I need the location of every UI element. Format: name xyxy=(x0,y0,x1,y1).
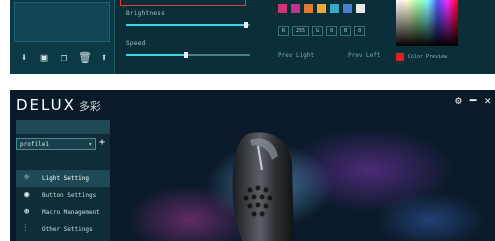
profile-list[interactable] xyxy=(14,2,110,42)
rgb-channel-input[interactable]: 255 xyxy=(292,26,310,36)
color-swatch[interactable] xyxy=(291,4,300,13)
sliders-icon: ⫶ xyxy=(24,224,27,234)
color-picker[interactable] xyxy=(396,0,458,46)
brightness-slider-knob[interactable] xyxy=(244,22,249,28)
prev-light-button[interactable]: Prev Light xyxy=(278,52,314,59)
menu-item-button-settings[interactable]: ◉ Button Settings xyxy=(16,187,110,204)
rgb-inputs: R 255 G 0 B 0 xyxy=(278,26,366,36)
sidebar: profile1 ▾ + ☼ Light Setting ◉ Button Se… xyxy=(16,120,110,241)
speed-slider-fill xyxy=(126,54,186,56)
sun-icon: ☼ xyxy=(24,173,30,183)
import-icon[interactable]: ⬇ xyxy=(18,52,30,64)
chevron-down-icon: ▾ xyxy=(88,141,92,148)
rgb-channel-input[interactable]: 0 xyxy=(326,26,338,36)
profile-select[interactable]: profile1 ▾ xyxy=(16,138,96,150)
add-profile-button[interactable]: + xyxy=(99,137,105,148)
slider-group: Brightness Speed xyxy=(120,0,270,74)
save-icon[interactable]: ▣ xyxy=(38,52,50,64)
macro-icon: ⊛ xyxy=(24,207,30,217)
mouse-button-icon: ◉ xyxy=(24,190,30,200)
rgb-channel-label: G xyxy=(312,26,324,36)
current-color-swatch xyxy=(396,53,404,61)
menu-item-label: Button Settings xyxy=(42,192,97,199)
brightness-label: Brightness xyxy=(126,10,166,17)
copy-icon[interactable]: ❐ xyxy=(58,52,70,64)
close-icon[interactable]: ✕ xyxy=(484,94,491,107)
rgb-channel-label: B xyxy=(340,26,352,36)
prev-left-button[interactable]: Prev Left xyxy=(348,52,381,59)
rgb-channel-label: R xyxy=(278,26,290,36)
speed-slider[interactable] xyxy=(126,52,250,58)
color-swatch[interactable] xyxy=(317,4,326,13)
profile-column: ⬇ ▣ ❐ 🗑 ⬆ xyxy=(10,0,115,74)
brand-logo: DELUX 多彩 xyxy=(16,96,101,114)
color-panel: R 255 G 0 B 0 Prev Light Prev Left xyxy=(272,0,392,74)
logo-text: DELUX xyxy=(16,96,76,114)
minimize-icon[interactable]: ━ xyxy=(470,94,477,107)
sidebar-menu: ☼ Light Setting ◉ Button Settings ⊛ Macr… xyxy=(16,170,110,238)
color-swatch[interactable] xyxy=(278,4,287,13)
main-window: DELUX 多彩 ⚙ ━ ✕ profile1 ▾ + ☼ Light Setti… xyxy=(10,90,495,241)
effect-select[interactable] xyxy=(120,0,246,6)
color-swatch[interactable] xyxy=(304,4,313,13)
menu-item-light-setting[interactable]: ☼ Light Setting xyxy=(16,170,110,187)
current-color-label: Color Preview xyxy=(408,54,448,60)
sidebar-header xyxy=(16,120,110,134)
profile-select-value: profile1 xyxy=(20,141,49,148)
color-swatch[interactable] xyxy=(356,4,365,13)
settings-gear-icon[interactable]: ⚙ xyxy=(455,94,462,107)
window-controls: ⚙ ━ ✕ xyxy=(455,94,491,107)
color-swatch[interactable] xyxy=(343,4,352,13)
profile-toolbar: ⬇ ▣ ❐ 🗑 ⬆ xyxy=(18,52,110,64)
speed-label: Speed xyxy=(126,40,146,47)
color-swatch[interactable] xyxy=(330,4,339,13)
speed-slider-knob[interactable] xyxy=(183,52,188,58)
brightness-slider[interactable] xyxy=(126,22,250,28)
menu-item-label: Light Setting xyxy=(42,175,89,182)
brightness-slider-fill xyxy=(126,24,247,26)
menu-item-label: Other Settings xyxy=(42,226,93,233)
delete-icon[interactable]: 🗑 xyxy=(78,52,92,64)
logo-cn-text: 多彩 xyxy=(78,100,101,113)
menu-item-label: Macro Management xyxy=(42,209,100,216)
export-icon[interactable]: ⬆ xyxy=(98,52,110,64)
lighting-settings-panel: ⬇ ▣ ❐ 🗑 ⬆ Brightness Speed R 255 G 0 B 0 Prev… xyxy=(10,0,495,74)
mouse-image xyxy=(232,132,294,241)
rgb-channel-input[interactable]: 0 xyxy=(354,26,366,36)
color-swatches xyxy=(278,4,365,13)
menu-item-other-settings[interactable]: ⫶ Other Settings xyxy=(16,221,110,238)
menu-item-macro-management[interactable]: ⊛ Macro Management xyxy=(16,204,110,221)
